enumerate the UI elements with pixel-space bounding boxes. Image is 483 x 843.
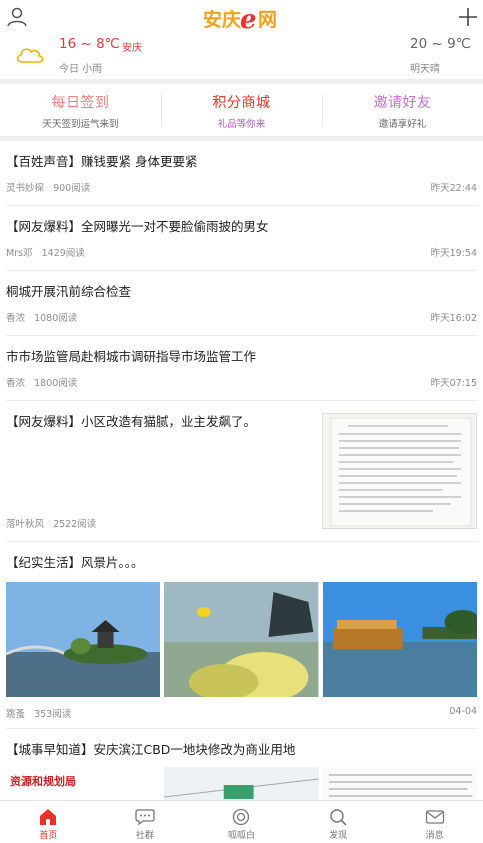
tab-discover[interactable]: 发现 [290,801,387,843]
post-author: 香浓 [6,378,26,389]
list-item[interactable]: 【百姓声音】赚钱要紧 身体更要紧 灵书妙探 900阅读 昨天22:44 [6,141,477,206]
post-time: 昨天19:54 [430,248,477,259]
post-author: Mrs邓 [6,248,33,259]
post-meta: 灵书妙探 900阅读 [6,180,90,194]
landscape-photo-pavilion [6,582,161,697]
post-image-row: 资源和规划局 [6,767,477,800]
post-image[interactable] [322,767,477,800]
post-reads: 1800阅读 [34,378,78,389]
home-icon [40,809,57,825]
list-item[interactable]: 【网友爆料】全网曝光一对不要脸偷雨披的男女 Mrs邓 1429阅读 昨天19:5… [6,206,477,271]
action-subtitle: 邀请享好礼 [378,119,427,130]
list-item[interactable]: 市市场监管局赴桐城市调研指导市场监管工作 香浓 1800阅读 昨天07:15 [6,336,477,401]
post-reads: 1080阅读 [34,313,78,324]
post-title[interactable]: 【百姓声音】赚钱要紧 身体更要紧 [6,153,197,171]
post-image[interactable] [322,582,477,697]
post-reads: 1429阅读 [41,248,85,259]
weather-panel[interactable]: 16 ~ 8℃ 安庆 今日 小雨 20 ~ 9℃ 明天晴 [0,36,483,80]
mail-icon [425,810,444,824]
svg-text:e: e [240,5,257,33]
top-bar: 安庆 e 网 [0,0,483,36]
add-plus-icon[interactable] [457,6,479,28]
landscape-photo-lake [164,582,319,697]
search-icon [330,809,347,826]
app-logo: 安庆 e 网 [203,5,277,33]
list-item[interactable]: 【网友爆料】小区改造有猫腻，业主发飙了。 落叶秋风 2522阅读 [6,401,477,542]
today-temperature: 16 ~ 8℃ [59,36,120,52]
action-subtitle: 天天签到运气来到 [42,119,119,130]
quick-actions: 每日签到 天天签到运气来到 积分商城 礼品等你来 邀请好友 邀请享好礼 [0,84,483,136]
post-author: 灵书妙探 [6,183,45,194]
tomorrow-temperature: 20 ~ 9℃ [410,36,471,52]
points-mall-button[interactable]: 积分商城 礼品等你来 [161,84,322,136]
map-image [164,767,319,800]
post-meta: Mrs邓 1429阅读 [6,245,85,259]
tab-messages[interactable]: 消息 [386,801,483,843]
text-document-image [328,774,473,797]
post-title[interactable]: 【城事早知道】安庆滨江CBD一地块修改为商业用地 [6,741,295,759]
post-time: 昨天22:44 [430,183,477,194]
list-item[interactable]: 【城事早知道】安庆滨江CBD一地块修改为商业用地 资源和规划局 [6,729,477,800]
post-reads: 353阅读 [34,709,72,720]
tab-label: 社群 [135,831,154,841]
landscape-photo-boat [322,582,477,697]
target-icon [233,808,250,826]
post-image[interactable] [164,767,319,800]
tab-label: 呱呱白 [227,831,255,841]
post-image[interactable] [164,582,319,697]
post-thumbnail[interactable] [322,413,477,529]
list-item[interactable]: 【纪实生活】风景片。。。 跳蚤 353阅读 04-04 [6,542,477,729]
daily-checkin-button[interactable]: 每日签到 天天签到运气来到 [0,84,161,136]
city-label: 安庆 [122,43,142,54]
tab-label: 首页 [39,831,58,841]
post-title[interactable]: 【网友爆料】小区改造有猫腻，业主发飙了。 [6,413,306,431]
action-title: 每日签到 [51,95,110,111]
action-title: 积分商城 [212,95,271,111]
today-condition: 今日 小雨 [59,64,103,75]
post-image-row [6,582,477,697]
news-feed[interactable]: 【百姓声音】赚钱要紧 身体更要紧 灵书妙探 900阅读 昨天22:44 【网友爆… [0,141,483,800]
bottom-tab-bar: 首页 社群 呱呱白 发现 消息 [0,800,483,843]
tab-home[interactable]: 首页 [0,801,97,843]
tomorrow-condition: 明天晴 [410,64,440,75]
post-meta: 跳蚤 353阅读 [6,706,71,720]
post-time: 昨天07:15 [430,378,477,389]
post-time: 昨天16:02 [430,313,477,324]
invite-friends-button[interactable]: 邀请好友 邀请享好礼 [322,84,483,136]
svg-text:网: 网 [258,9,277,31]
tab-guagua[interactable]: 呱呱白 [193,801,290,843]
action-subtitle: 礼品等你来 [217,119,266,130]
post-meta: 香浓 1800阅读 [6,375,77,389]
document-photo [323,414,476,528]
list-item[interactable]: 桐城开展汛前综合检查 香浓 1080阅读 昨天16:02 [6,271,477,336]
post-title[interactable]: 【网友爆料】全网曝光一对不要脸偷雨披的男女 [6,218,269,236]
tab-label: 消息 [425,831,444,841]
post-author: 跳蚤 [6,709,26,720]
image-caption: 资源和规划局 [10,775,76,788]
post-title[interactable]: 桐城开展汛前综合检查 [6,283,131,301]
post-image[interactable]: 资源和规划局 [6,767,161,800]
svg-text:安庆: 安庆 [203,8,241,31]
post-reads: 900阅读 [53,183,91,194]
tab-label: 发现 [329,831,348,841]
tab-community[interactable]: 社群 [97,801,194,843]
user-profile-icon[interactable] [6,6,28,28]
chat-bubble-icon [135,809,155,826]
post-meta: 落叶秋风 2522阅读 [6,516,96,530]
action-title: 邀请好友 [373,95,432,111]
post-title[interactable]: 【纪实生活】风景片。。。 [6,554,144,572]
post-reads: 2522阅读 [53,519,97,530]
post-time: 04-04 [449,706,477,717]
post-author: 香浓 [6,313,26,324]
post-image[interactable] [6,582,161,697]
post-title[interactable]: 市市场监管局赴桐城市调研指导市场监管工作 [6,348,256,366]
cloud-weather-icon [16,48,44,63]
post-meta: 香浓 1080阅读 [6,310,77,324]
post-author: 落叶秋风 [6,519,45,530]
